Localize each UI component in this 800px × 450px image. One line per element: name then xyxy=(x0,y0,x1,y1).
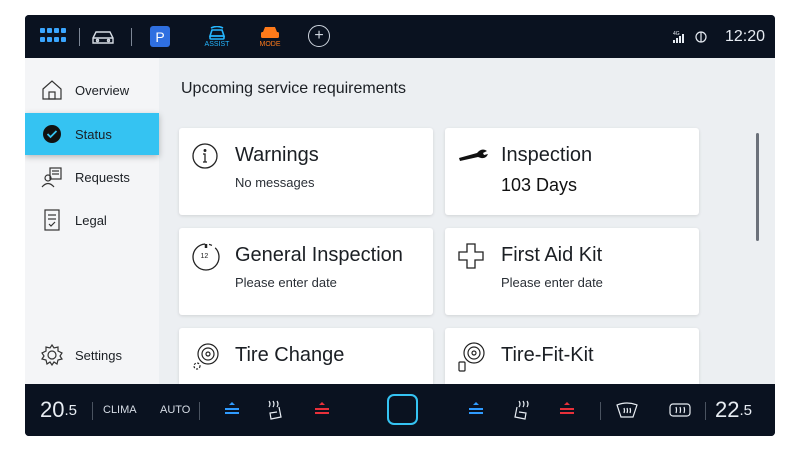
card-title: Tire Change xyxy=(235,344,345,366)
card-subtitle: Please enter date xyxy=(235,275,337,290)
right-seat-heat-icon[interactable] xyxy=(510,384,530,436)
card-general-inspection[interactable]: 12 General Inspection Please enter date xyxy=(179,228,433,315)
sidebar-item-overview[interactable]: Overview xyxy=(25,69,159,111)
car-icon[interactable] xyxy=(85,15,121,58)
drive-mode-car-icon xyxy=(261,26,279,38)
sidebar-item-status[interactable]: Status xyxy=(25,113,159,155)
card-title: Inspection xyxy=(501,144,593,166)
sidebar-item-requests[interactable]: Requests xyxy=(25,156,159,198)
divider xyxy=(600,402,601,420)
clima-button[interactable]: CLIMA xyxy=(103,384,137,436)
svg-text:12: 12 xyxy=(201,253,209,260)
left-temperature[interactable]: 20.5 xyxy=(40,384,77,436)
right-temperature[interactable]: 22.5 xyxy=(715,384,752,436)
card-first-aid-kit[interactable]: First Aid Kit Please enter date xyxy=(445,228,699,315)
sidebar-item-label: Overview xyxy=(75,82,130,98)
card-tire-change[interactable]: Tire Change xyxy=(179,328,433,384)
signal-status: 4G xyxy=(670,15,710,58)
top-status-bar: P ASSIST MODE + 4G 12:20 xyxy=(25,15,775,58)
phone-connection-icon xyxy=(695,30,707,43)
person-list-icon xyxy=(41,166,63,188)
card-subtitle: Please enter date xyxy=(501,275,603,290)
card-subtitle: No messages xyxy=(235,175,315,190)
assist-button[interactable]: ASSIST xyxy=(199,15,235,58)
gear-icon xyxy=(41,344,63,366)
check-circle-icon xyxy=(41,123,63,145)
signal-strength-icon: 4G xyxy=(673,31,684,43)
divider xyxy=(199,402,200,420)
network-type-label: 4G xyxy=(673,31,680,37)
card-title: Warnings xyxy=(235,144,319,166)
auto-button[interactable]: AUTO xyxy=(160,384,190,436)
sidebar-item-settings[interactable]: Settings xyxy=(25,334,159,376)
page-title: Upcoming service requirements xyxy=(181,80,406,97)
apps-grid-icon[interactable] xyxy=(35,15,71,58)
card-tire-fit-kit[interactable]: Tire-Fit-Kit xyxy=(445,328,699,384)
divider xyxy=(92,402,93,420)
sidebar-item-label: Requests xyxy=(75,169,130,185)
assist-label: ASSIST xyxy=(204,40,230,48)
drive-mode-button[interactable]: MODE xyxy=(253,15,287,58)
right-temp-main: 22 xyxy=(715,397,740,422)
cross-icon xyxy=(457,242,485,270)
tire-kit-icon xyxy=(457,342,485,372)
left-temp-main: 20 xyxy=(40,397,65,422)
infotainment-screen: P ASSIST MODE + 4G 12:20 Overview Status… xyxy=(25,15,775,436)
tire-gear-icon xyxy=(191,342,219,370)
card-warnings[interactable]: Warnings No messages xyxy=(179,128,433,215)
wrench-icon xyxy=(457,142,488,170)
content-area: Overview Status Requests Legal Settings … xyxy=(25,58,775,384)
sidebar-item-label: Settings xyxy=(75,347,122,363)
clock-12-icon: 12 xyxy=(191,242,220,271)
right-temp-decimal: .5 xyxy=(739,401,752,419)
right-cooling-icon[interactable] xyxy=(469,384,483,436)
sidebar-item-label: Status xyxy=(75,126,112,142)
clock: 12:20 xyxy=(724,27,766,45)
right-heating-icon[interactable] xyxy=(560,384,574,436)
add-shortcut-button[interactable]: + xyxy=(308,25,330,47)
card-title: General Inspection xyxy=(235,244,403,266)
home-button[interactable] xyxy=(387,394,418,425)
sidebar: Overview Status Requests Legal Settings xyxy=(25,58,159,384)
card-inspection[interactable]: Inspection 103 Days xyxy=(445,128,699,215)
rear-defrost-icon[interactable] xyxy=(668,384,692,436)
left-seat-heat-icon[interactable] xyxy=(266,384,286,436)
left-temp-decimal: .5 xyxy=(64,401,77,419)
main-panel: Upcoming service requirements Warnings N… xyxy=(159,58,775,384)
info-icon xyxy=(191,142,219,170)
divider xyxy=(705,402,706,420)
scrollbar[interactable] xyxy=(756,133,759,241)
left-cooling-icon[interactable] xyxy=(225,384,239,436)
home-icon xyxy=(41,79,63,101)
divider xyxy=(79,28,80,46)
parking-button[interactable]: P xyxy=(150,26,170,47)
sidebar-item-legal[interactable]: Legal xyxy=(25,199,159,241)
assist-car-icon xyxy=(208,25,226,40)
card-value: 103 Days xyxy=(501,175,578,195)
windshield-defrost-icon[interactable] xyxy=(615,384,639,436)
mode-label: MODE xyxy=(259,40,281,48)
left-heating-icon[interactable] xyxy=(315,384,329,436)
document-icon xyxy=(41,209,63,231)
card-title: Tire-Fit-Kit xyxy=(501,344,594,366)
sidebar-item-label: Legal xyxy=(75,212,107,228)
card-title: First Aid Kit xyxy=(501,244,603,266)
divider xyxy=(131,28,132,46)
climate-bar: 20.5 CLIMA AUTO 22 .5 xyxy=(25,384,775,436)
